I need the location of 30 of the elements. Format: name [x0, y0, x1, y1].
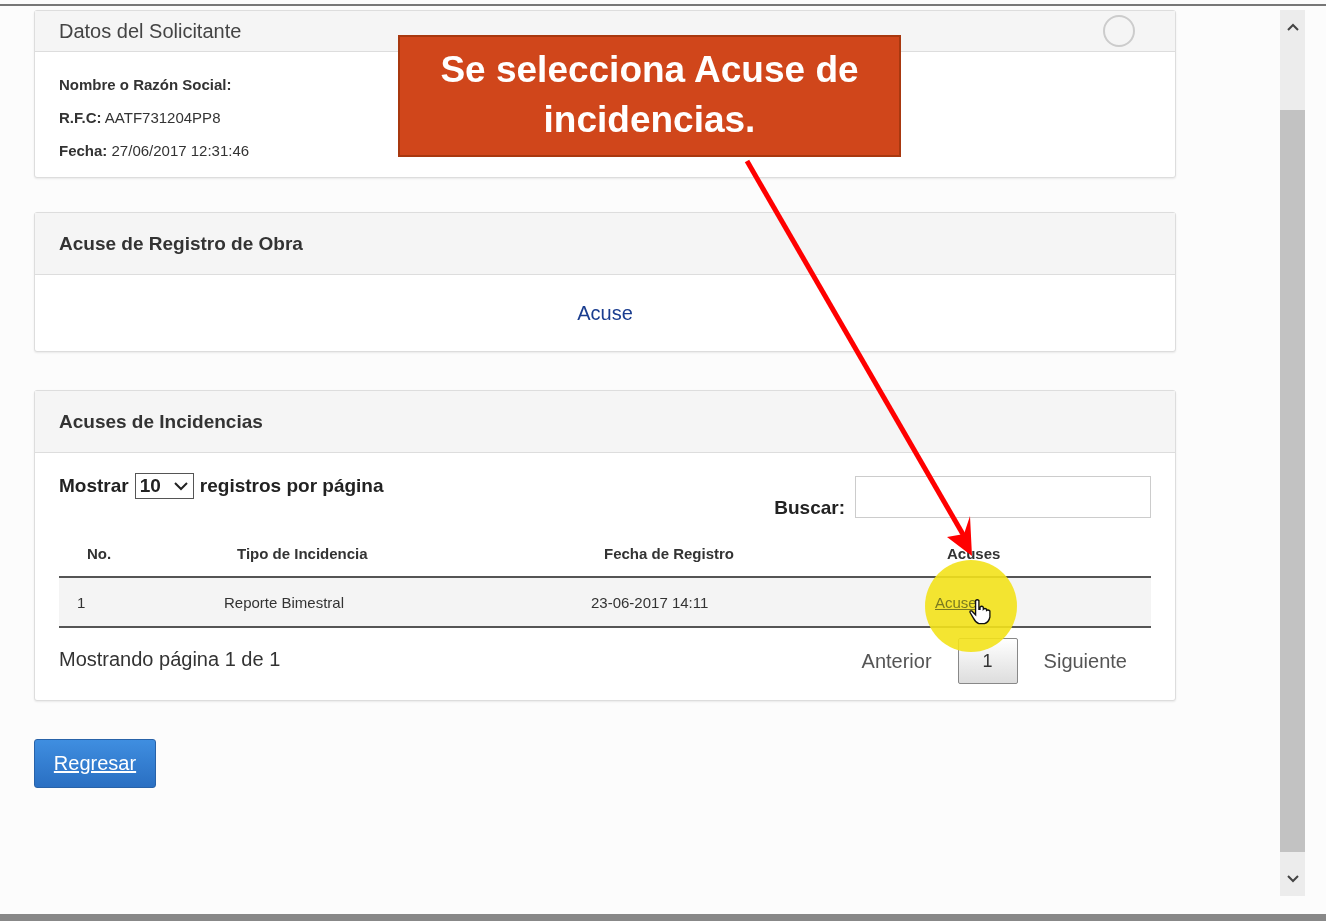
- table-cell-text: 23-06-2017 14:11: [590, 593, 710, 611]
- table-info: Mostrando página 1 de 1: [59, 648, 281, 671]
- back-button[interactable]: Regresar: [34, 739, 156, 788]
- page-size-select[interactable]: 10: [134, 473, 194, 499]
- caret-icon: [172, 481, 189, 491]
- length-label: registros por página: [199, 475, 384, 497]
- search-label: Buscar:: [774, 497, 845, 519]
- panel-title: Datos del Solicitante: [59, 19, 242, 43]
- acuse-link[interactable]: Acuse: [577, 301, 633, 325]
- column-header: Fecha de Registro: [603, 545, 736, 562]
- table-cell-text: 1: [76, 593, 87, 611]
- field-text: R.F.C: AATF731204PP8: [59, 109, 221, 126]
- search-field[interactable]: [855, 476, 1151, 518]
- callout-box: Se selecciona Acuse de incidencias.: [398, 35, 901, 157]
- scroll-up-icon[interactable]: [1285, 22, 1300, 32]
- collapse-icon[interactable]: [1103, 15, 1135, 47]
- panel-title: Acuses de Incidencias: [59, 410, 263, 433]
- field-text: Fecha: 27/06/2017 12:31:46: [59, 142, 250, 159]
- scroll-down-icon[interactable]: [1285, 874, 1300, 884]
- next-link[interactable]: Siguiente: [1043, 649, 1127, 673]
- previous-link[interactable]: Anterior: [861, 649, 932, 673]
- scrollbar[interactable]: [1280, 10, 1305, 896]
- scroll-thumb[interactable]: [1280, 110, 1305, 852]
- field-text: Nombre o Razón Social:: [59, 76, 232, 93]
- table-cell-text: Reporte Bimestral: [223, 593, 346, 611]
- panel-title: Acuse de Registro de Obra: [59, 232, 303, 255]
- length-label: Mostrar: [59, 475, 129, 497]
- column-header: No.: [86, 545, 113, 562]
- column-header: Tipo de Incidencia: [236, 545, 369, 562]
- column-header: Acuses: [946, 545, 1002, 562]
